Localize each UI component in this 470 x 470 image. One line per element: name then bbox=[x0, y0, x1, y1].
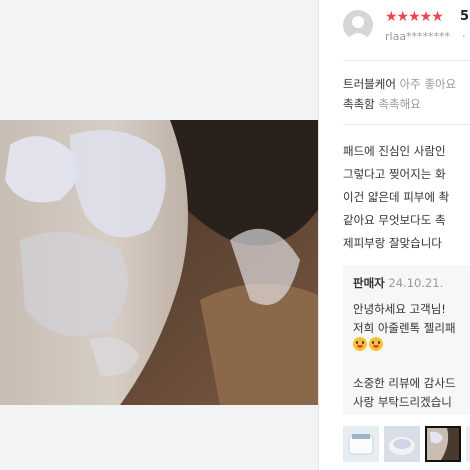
photo-viewer bbox=[0, 0, 318, 470]
thumbnail-photo-3[interactable] bbox=[425, 426, 461, 462]
review-text-line: 제피부랑 잘맞습니다 bbox=[343, 236, 442, 250]
seller-name: 판매자 bbox=[353, 276, 385, 290]
reply-text-line: 안녕하세요 고객님! bbox=[353, 302, 446, 316]
seller-header: 판매자 24.10.21. bbox=[353, 275, 443, 291]
grinning-face-icon bbox=[353, 337, 367, 351]
option-key: 촉촉함 bbox=[343, 97, 375, 111]
rating-stars: ★★★★★ bbox=[385, 9, 444, 25]
review-text-line: 그렇다고 찢어지는 화 bbox=[343, 167, 446, 181]
option-value: 아주 좋아요 bbox=[399, 77, 457, 91]
review-detail-panel: ★★★★★ 5 rlaa******** · 트러블케어 아주 좋아요 촉촉함 … bbox=[319, 0, 470, 470]
divider bbox=[343, 60, 470, 61]
thumbnail-photo-1[interactable] bbox=[343, 426, 379, 462]
grinning-face-icon bbox=[369, 337, 383, 351]
reviewer-id: rlaa******** bbox=[385, 30, 451, 43]
thumbnail-photo-4[interactable] bbox=[466, 426, 470, 462]
reply-text-line: 저희 아줄렌톡 젤리패 bbox=[353, 321, 456, 335]
option-value: 촉촉해요 bbox=[378, 97, 421, 111]
user-icon bbox=[347, 16, 369, 40]
avatar bbox=[343, 10, 373, 40]
review-text-line: 같아요 무엇보다도 촉 bbox=[343, 213, 446, 227]
review-text-line: 이건 얇은데 피부에 촥 bbox=[343, 190, 450, 204]
emoji-row bbox=[353, 337, 385, 356]
option-key: 트러블케어 bbox=[343, 77, 396, 91]
meta-separator: · bbox=[462, 30, 466, 43]
option-moisture: 촉촉함 촉촉해요 bbox=[343, 96, 421, 112]
reply-text-line: 소중한 리뷰에 감사드 bbox=[353, 376, 456, 390]
reply-date: 24.10.21. bbox=[388, 276, 444, 290]
seller-reply: 판매자 24.10.21. 안녕하세요 고객님! 저희 아줄렌톡 젤리패 소중한… bbox=[343, 265, 470, 415]
review-photo bbox=[0, 120, 318, 405]
review-text-line: 패드에 진심인 사람인 bbox=[343, 144, 446, 158]
option-troublecare: 트러블케어 아주 좋아요 bbox=[343, 76, 456, 92]
divider bbox=[343, 124, 470, 125]
rating-value: 5 bbox=[460, 9, 470, 24]
thumbnail-photo-2[interactable] bbox=[384, 426, 420, 462]
reply-text-line: 사랑 부탁드리겠습니 bbox=[353, 395, 452, 409]
